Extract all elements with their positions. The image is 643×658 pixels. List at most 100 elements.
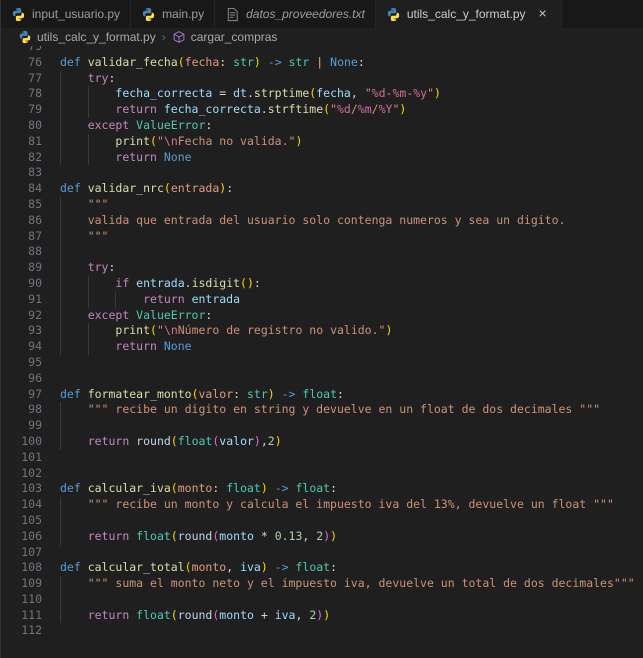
code-line[interactable]: 102 — [1, 466, 643, 482]
line-number[interactable]: 91 — [1, 292, 42, 308]
line-number[interactable]: 111 — [1, 608, 42, 624]
code-line[interactable]: 85 """ — [1, 197, 643, 213]
line-number[interactable]: 106 — [1, 529, 42, 545]
code-text: def calcular_iva(monto: float) -> float: — [60, 481, 643, 497]
indent-guide — [60, 86, 62, 102]
code-line[interactable]: 78 fecha_correcta = dt.strptime(fecha, "… — [1, 86, 643, 102]
line-number[interactable]: 85 — [1, 197, 42, 213]
line-number[interactable]: 96 — [1, 371, 42, 387]
code-text — [60, 592, 643, 608]
code-line[interactable]: 110 — [1, 592, 643, 608]
code-line[interactable]: 81 print("\nFecha no valida.") — [1, 134, 643, 150]
code-line[interactable]: 88 — [1, 244, 643, 260]
breadcrumb-file[interactable]: utils_calc_y_format.py — [37, 30, 156, 44]
code-line[interactable]: 84 def validar_nrc(entrada): — [1, 181, 643, 197]
line-number[interactable]: 80 — [1, 118, 42, 134]
line-number[interactable]: 110 — [1, 592, 42, 608]
code-text: print("\nFecha no valida.") — [60, 134, 643, 150]
code-line[interactable]: 112 — [1, 623, 643, 639]
code-line[interactable]: 103 def calcular_iva(monto: float) -> flo… — [1, 481, 643, 497]
line-number[interactable]: 97 — [1, 387, 42, 403]
line-number[interactable]: 105 — [1, 513, 42, 529]
token: -> — [268, 481, 296, 495]
code-line[interactable]: 109 """ suma el monto neto y el impuesto… — [1, 576, 643, 592]
code-text: def validar_nrc(entrada): — [60, 181, 643, 197]
code-line[interactable]: 92 except ValueError: — [1, 308, 643, 324]
tab-label: input_usuario.py — [32, 7, 120, 21]
line-number[interactable]: 89 — [1, 260, 42, 276]
line-number[interactable]: 79 — [1, 102, 42, 118]
code-line[interactable]: 104 """ recibe un monto y calcula el imp… — [1, 497, 643, 513]
tab-input_usuario.py[interactable]: input_usuario.py — [1, 0, 131, 28]
line-number[interactable]: 78 — [1, 86, 42, 102]
code-line[interactable]: 107 — [1, 545, 643, 561]
line-number[interactable]: 101 — [1, 450, 42, 466]
code-line[interactable]: 94 return None — [1, 339, 643, 355]
line-number[interactable]: 81 — [1, 134, 42, 150]
line-number[interactable]: 86 — [1, 213, 42, 229]
line-number[interactable]: 90 — [1, 276, 42, 292]
line-number[interactable]: 98 — [1, 402, 42, 418]
code-editor[interactable]: 7576def validar_fecha(fecha: str) -> str… — [1, 46, 643, 658]
token: / — [351, 102, 358, 116]
close-icon[interactable]: × — [535, 6, 551, 22]
code-line[interactable]: 75 — [1, 46, 643, 55]
code-line[interactable]: 79 return fecha_correcta.strftime("%d/%m… — [1, 102, 643, 118]
line-number[interactable]: 88 — [1, 244, 42, 260]
token: \n — [164, 134, 178, 148]
code-line[interactable]: 93 print("\nNúmero de registro no valido… — [1, 323, 643, 339]
token: ) — [247, 276, 254, 290]
line-number[interactable]: 82 — [1, 150, 42, 166]
line-number[interactable]: 95 — [1, 355, 42, 371]
code-line[interactable]: 95 — [1, 355, 643, 371]
tab-utils_calc_y_format.py[interactable]: utils_calc_y_format.py× — [376, 0, 562, 28]
breadcrumb: utils_calc_y_format.py › cargar_compras — [1, 28, 643, 46]
line-number[interactable]: 94 — [1, 339, 42, 355]
code-line[interactable]: 99 — [1, 418, 643, 434]
code-line[interactable]: 76def validar_fecha(fecha: str) -> str |… — [1, 55, 643, 71]
code-line[interactable]: 82 return None — [1, 150, 643, 166]
line-number[interactable]: 75 — [1, 46, 42, 55]
line-number[interactable]: 77 — [1, 71, 42, 87]
line-number[interactable]: 93 — [1, 323, 42, 339]
line-number[interactable]: 76 — [1, 55, 42, 71]
line-number[interactable]: 104 — [1, 497, 42, 513]
code-line[interactable]: 90 if entrada.isdigit(): — [1, 276, 643, 292]
line-number[interactable]: 99 — [1, 418, 42, 434]
code-line[interactable]: 100 return round(float(valor),2) — [1, 434, 643, 450]
line-number[interactable]: 102 — [1, 466, 42, 482]
line-number[interactable]: 108 — [1, 560, 42, 576]
token: * — [254, 529, 275, 543]
token — [60, 197, 88, 211]
code-line[interactable]: 80 except ValueError: — [1, 118, 643, 134]
line-number[interactable]: 103 — [1, 481, 42, 497]
code-line[interactable]: 101 — [1, 450, 643, 466]
code-line[interactable]: 83 — [1, 165, 643, 181]
code-line[interactable]: 86 valida que entrada del usuario solo c… — [1, 213, 643, 229]
token: entrada — [136, 276, 184, 290]
code-line[interactable]: 77 try: — [1, 71, 643, 87]
breadcrumb-symbol[interactable]: cargar_compras — [191, 30, 278, 44]
code-line[interactable]: 111 return float(round(monto + iva, 2)) — [1, 608, 643, 624]
line-number[interactable]: 83 — [1, 165, 42, 181]
token: " — [330, 102, 337, 116]
line-number[interactable]: 112 — [1, 623, 42, 639]
tab-datos_proveedores.txt[interactable]: datos_proveedores.txt — [215, 0, 376, 28]
code-line[interactable]: 96 — [1, 371, 643, 387]
code-line[interactable]: 98 """ recibe un digito en string y devu… — [1, 402, 643, 418]
tab-main.py[interactable]: main.py — [131, 0, 215, 28]
line-number[interactable]: 87 — [1, 229, 42, 245]
code-line[interactable]: 97def formatear_monto(valor: str) -> flo… — [1, 387, 643, 403]
line-number[interactable]: 107 — [1, 545, 42, 561]
line-number[interactable]: 92 — [1, 308, 42, 324]
line-number[interactable]: 109 — [1, 576, 42, 592]
code-line[interactable]: 106 return float(round(monto * 0.13, 2)) — [1, 529, 643, 545]
code-line[interactable]: 91 return entrada — [1, 292, 643, 308]
code-line[interactable]: 87 """ — [1, 229, 643, 245]
code-line[interactable]: 89 try: — [1, 260, 643, 276]
code-line[interactable]: 105 — [1, 513, 643, 529]
line-number[interactable]: 100 — [1, 434, 42, 450]
line-number[interactable]: 84 — [1, 181, 42, 197]
code-line[interactable]: 108def calcular_total(monto, iva) -> flo… — [1, 560, 643, 576]
token: float — [136, 529, 171, 543]
